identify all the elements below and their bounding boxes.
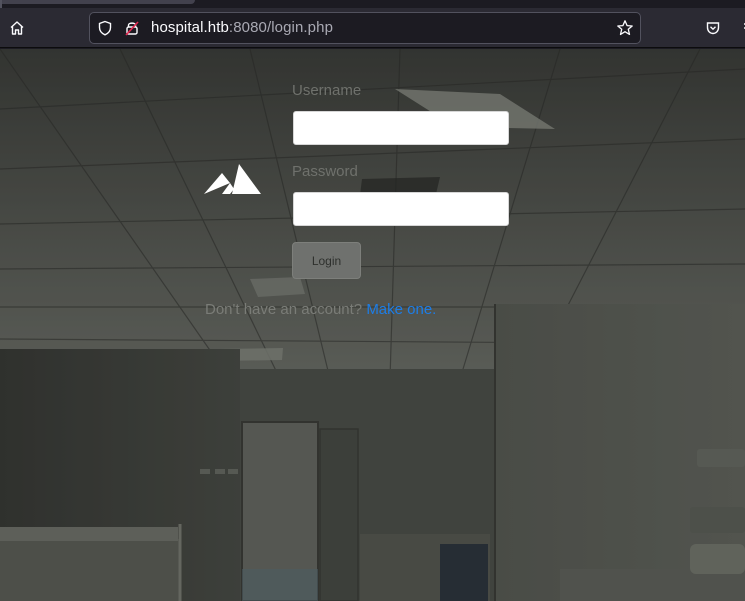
star-icon[interactable] [616, 19, 634, 42]
url-path: :8080/login.php [228, 19, 334, 36]
signup-prompt: Don't have an account? Make one. [205, 301, 436, 318]
login-button[interactable]: Login [292, 242, 361, 279]
home-icon[interactable] [5, 16, 29, 40]
mountain-logo-icon [204, 164, 261, 194]
browser-toolbar: hospital.htb:8080/login.php [0, 8, 745, 48]
url-bar[interactable]: hospital.htb:8080/login.php [89, 12, 641, 44]
username-input[interactable] [293, 111, 509, 145]
signup-prompt-text: Don't have an account? [205, 301, 367, 318]
password-input[interactable] [293, 192, 509, 226]
username-label: Username [292, 82, 362, 99]
lock-warning-icon[interactable] [124, 20, 140, 41]
active-tab-edge[interactable] [0, 0, 195, 4]
password-label: Password [292, 163, 358, 180]
shield-icon[interactable] [97, 20, 113, 41]
tab-strip [0, 0, 745, 8]
tab-divider [0, 0, 2, 8]
url-text[interactable]: hospital.htb:8080/login.php [151, 19, 333, 36]
overflow-icon[interactable] [735, 16, 745, 40]
page-viewport: Username Password Login Don't have an ac… [0, 49, 745, 601]
url-host: hospital.htb [151, 19, 229, 36]
make-one-link[interactable]: Make one. [366, 301, 436, 318]
pocket-icon[interactable] [701, 16, 725, 40]
